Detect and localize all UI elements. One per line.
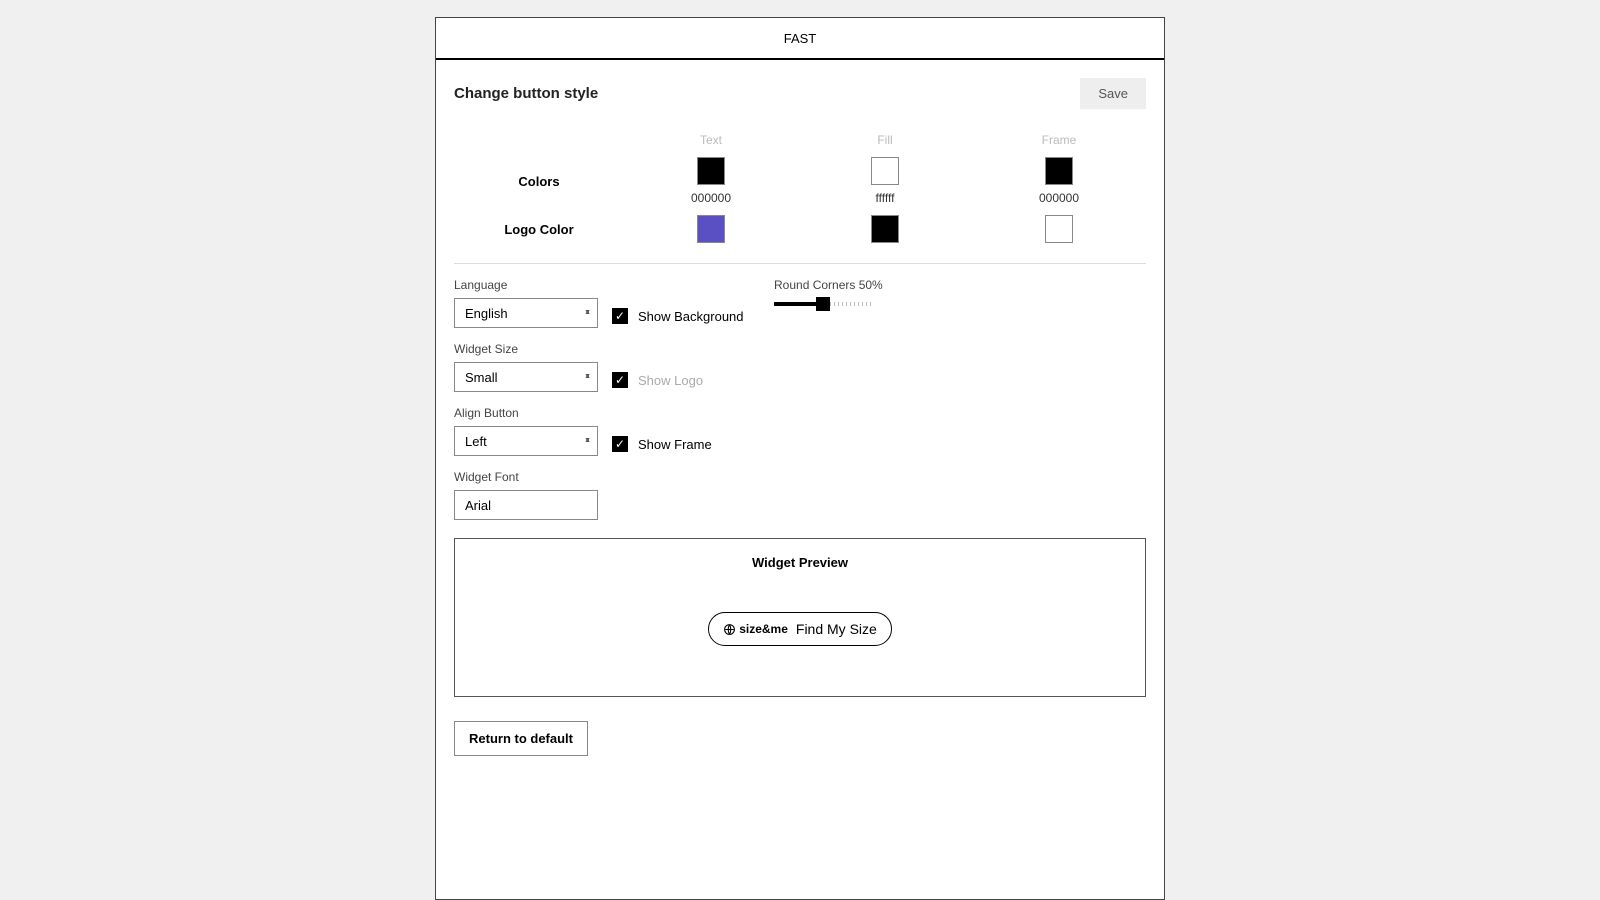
color-frame-swatch[interactable] — [1045, 157, 1073, 185]
widget-size-select[interactable]: Small ▲▼ — [454, 362, 598, 392]
col-text: Text — [624, 133, 798, 147]
show-logo-label: Show Logo — [638, 373, 703, 388]
show-frame-checkbox[interactable]: ✓ — [612, 436, 628, 452]
row-colors-label: Colors — [454, 174, 624, 189]
color-frame-hex: 000000 — [1039, 191, 1079, 205]
color-text-swatch[interactable] — [697, 157, 725, 185]
show-background-checkbox[interactable]: ✓ — [612, 308, 628, 324]
row-logo-label: Logo Color — [454, 222, 624, 237]
color-fill-hex: ffffff — [876, 191, 895, 205]
round-corners-slider[interactable] — [774, 302, 874, 306]
logo: size&me — [723, 622, 788, 636]
settings-card: FAST Change button style Save Text Fill … — [435, 17, 1165, 900]
col-fill: Fill — [798, 133, 972, 147]
col-text-label: Text — [700, 133, 722, 147]
language-select[interactable]: English ▲▼ — [454, 298, 598, 328]
widget-size-label: Widget Size — [454, 342, 598, 356]
col-frame: Frame — [972, 133, 1146, 147]
show-logo-checkbox[interactable]: ✓ — [612, 372, 628, 388]
preview-button-label: Find My Size — [796, 621, 877, 637]
col-frame-label: Frame — [1042, 133, 1077, 147]
return-default-button[interactable]: Return to default — [454, 721, 588, 756]
color-fill-swatch[interactable] — [871, 157, 899, 185]
logo-color-2-swatch[interactable] — [871, 215, 899, 243]
controls-row: Language English ▲▼ ✓ Show Background Wi… — [454, 278, 1146, 520]
widget-font-label: Widget Font — [454, 470, 598, 484]
language-label: Language — [454, 278, 598, 292]
align-button-label: Align Button — [454, 406, 598, 420]
logo-color-3-swatch[interactable] — [1045, 215, 1073, 243]
left-controls: Language English ▲▼ ✓ Show Background Wi… — [454, 278, 744, 520]
preview-title: Widget Preview — [455, 555, 1145, 570]
widget-size-value: Small — [465, 370, 498, 385]
logo-text: size&me — [739, 622, 788, 636]
slider-block: Round Corners 50% — [774, 278, 883, 520]
align-button-value: Left — [465, 434, 487, 449]
color-text-hex: 000000 — [691, 191, 731, 205]
show-frame-label: Show Frame — [638, 437, 712, 452]
header-row: Change button style Save — [454, 78, 1146, 109]
save-button[interactable]: Save — [1080, 78, 1146, 109]
preview-button[interactable]: size&me Find My Size — [708, 612, 892, 646]
show-background-label: Show Background — [638, 309, 744, 324]
slider-thumb[interactable] — [816, 297, 830, 311]
color-grid: Text Fill Frame Colors 000000 ffffff 000… — [454, 133, 1146, 264]
page-title: Change button style — [454, 85, 598, 102]
content-area: Change button style Save Text Fill Frame… — [436, 60, 1164, 774]
tab-fast[interactable]: FAST — [784, 31, 817, 46]
col-fill-label: Fill — [877, 133, 892, 147]
widget-font-input[interactable] — [454, 490, 598, 520]
language-value: English — [465, 306, 508, 321]
logo-color-1-swatch[interactable] — [697, 215, 725, 243]
preview-box: Widget Preview size&me Find My Size — [454, 538, 1146, 697]
logo-icon — [723, 623, 736, 636]
round-corners-label: Round Corners 50% — [774, 278, 883, 292]
align-button-select[interactable]: Left ▲▼ — [454, 426, 598, 456]
tab-strip: FAST — [436, 18, 1164, 60]
